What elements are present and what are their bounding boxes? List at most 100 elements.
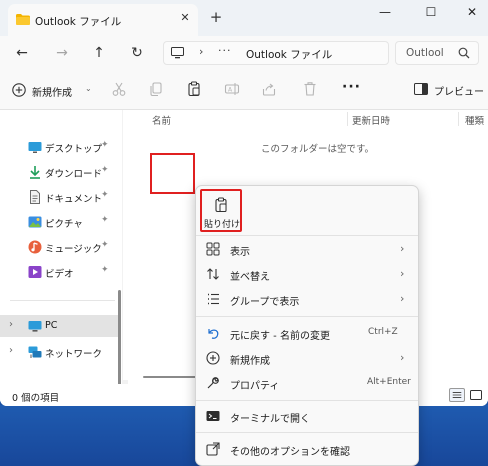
undo-icon (208, 329, 219, 339)
tab-title: Outlook ファイル (35, 16, 122, 28)
menu-item-sort[interactable]: 並べ替え › (200, 262, 414, 286)
navigation-pane: デスクトップ ✦ ダウンロード ✦ ドキュメント ✦ ピクチャ ✦ ミュージック… (0, 110, 122, 406)
pin-icon: ✦ (101, 165, 109, 175)
menu-item-label: 並べ替え (230, 272, 270, 283)
menu-item-label: その他のオプションを確認 (230, 447, 350, 458)
chevron-right-icon: › (400, 242, 405, 255)
column-divider[interactable] (458, 112, 459, 126)
menu-item-label: 新規作成 (230, 356, 270, 367)
group-icon (208, 293, 219, 305)
menu-item-label: 元に戻す - 名前の変更 (230, 331, 330, 342)
sort-icon (207, 268, 219, 280)
paste-icon[interactable] (186, 81, 202, 97)
sidebar-item-music[interactable]: ミュージック ✦ (0, 236, 120, 258)
minimize-button[interactable]: — (371, 2, 399, 22)
close-window-button[interactable]: ✕ (458, 2, 486, 22)
menu-item-group[interactable]: グループで表示 › (200, 287, 414, 311)
up-button[interactable]: ↑ (88, 42, 110, 64)
view-icon (206, 242, 220, 256)
back-button[interactable]: ← (11, 42, 33, 64)
menu-item-more-options[interactable]: その他のオプションを確認 (200, 437, 414, 461)
pin-icon: ✦ (101, 265, 109, 275)
menu-separator (196, 432, 418, 433)
preview-pane-icon (414, 83, 428, 95)
menu-item-undo-rename[interactable]: 元に戻す - 名前の変更 Ctrl+Z (200, 321, 414, 345)
pin-icon: ✦ (101, 190, 109, 200)
maximize-button[interactable]: ☐ (417, 2, 445, 22)
address-bar[interactable]: › ··· Outlook ファイル (163, 41, 389, 65)
sidebar-item-desktop[interactable]: デスクトップ ✦ (0, 136, 120, 158)
column-header-type[interactable]: 種類 (465, 113, 484, 127)
menu-separator (196, 400, 418, 401)
sidebar-item-downloads[interactable]: ダウンロード ✦ (0, 161, 120, 183)
menu-item-view[interactable]: 表示 › (200, 237, 414, 261)
pin-icon: ✦ (101, 140, 109, 150)
tiles-view-icon[interactable] (468, 388, 484, 402)
menu-item-new[interactable]: 新規作成 › (200, 346, 414, 370)
pc-icon (28, 321, 42, 332)
plus-circle-icon (206, 351, 220, 365)
chevron-right-icon[interactable]: › (199, 45, 203, 58)
document-icon (30, 190, 40, 204)
pictures-icon (28, 216, 42, 228)
menu-item-label: グループで表示 (230, 297, 300, 308)
chevron-down-icon: ⌄ (85, 84, 92, 93)
sidebar-divider (10, 300, 115, 301)
more-path-button[interactable]: ··· (218, 44, 232, 57)
column-header-modified[interactable]: 更新日時 (352, 113, 390, 127)
forward-button[interactable]: → (51, 42, 73, 64)
sidebar-item-videos[interactable]: ビデオ ✦ (0, 261, 120, 283)
pin-icon: ✦ (101, 240, 109, 250)
sidebar-item-label: ドキュメント (45, 194, 103, 205)
chevron-right-icon[interactable]: › (9, 345, 13, 356)
search-input[interactable]: Outlool (395, 41, 479, 65)
menu-item-properties[interactable]: プロパティ Alt+Enter (200, 371, 414, 395)
rename-icon[interactable]: A (224, 81, 240, 97)
menu-separator (196, 235, 418, 236)
refresh-button[interactable]: ↻ (126, 42, 148, 64)
sidebar-item-label: PC (45, 320, 58, 331)
cut-icon[interactable] (111, 81, 127, 97)
desktop-icon (28, 142, 42, 153)
chevron-right-icon: › (400, 292, 405, 305)
sidebar-item-label: ダウンロード (45, 169, 103, 180)
menu-item-label: ターミナルで開く (230, 414, 310, 425)
sidebar-item-documents[interactable]: ドキュメント ✦ (0, 186, 120, 208)
plus-circle-icon (12, 83, 26, 97)
close-tab-icon[interactable]: ✕ (178, 11, 192, 25)
column-header-name[interactable]: 名前 (152, 113, 171, 127)
sidebar-item-pictures[interactable]: ピクチャ ✦ (0, 211, 120, 233)
preview-label: プレビュー (434, 87, 484, 98)
new-tab-button[interactable]: + (208, 10, 224, 26)
shortcut-label: Alt+Enter (367, 377, 411, 387)
music-icon (28, 240, 42, 254)
item-count: 0 個の項目 (12, 393, 60, 404)
wrench-icon (207, 377, 219, 389)
more-options-button[interactable]: ··· (342, 79, 361, 95)
menu-item-label: 表示 (230, 247, 250, 258)
video-icon (28, 266, 42, 278)
command-bar: 新規作成 ⌄ A ··· プレビュー (0, 70, 488, 110)
paste-icon (215, 197, 227, 213)
paste-menu-button[interactable]: 貼り付け (200, 189, 242, 232)
search-placeholder: Outlool (406, 47, 444, 59)
delete-icon[interactable] (302, 81, 318, 97)
chevron-right-icon: › (400, 267, 405, 280)
tab-outlook-files[interactable]: Outlook ファイル ✕ (8, 4, 198, 36)
column-divider[interactable] (347, 112, 348, 126)
empty-folder-message: このフォルダーは空です。 (261, 144, 375, 155)
copy-icon[interactable] (148, 81, 164, 97)
pin-icon: ✦ (101, 215, 109, 225)
pc-icon (171, 47, 184, 59)
details-view-icon[interactable] (449, 388, 465, 402)
sidebar-item-network[interactable]: › ネットワーク (0, 341, 120, 363)
horizontal-scrollbar[interactable] (143, 376, 203, 378)
menu-item-open-terminal[interactable]: ターミナルで開く (200, 404, 414, 428)
sidebar-item-pc[interactable]: › PC (0, 315, 120, 337)
title-bar: Outlook ファイル ✕ + — ☐ ✕ (0, 0, 488, 36)
chevron-right-icon[interactable]: › (9, 319, 13, 330)
share-icon[interactable] (261, 81, 277, 97)
chevron-right-icon: › (400, 351, 405, 364)
address-path[interactable]: Outlook ファイル (246, 47, 332, 62)
menu-separator (196, 316, 418, 317)
